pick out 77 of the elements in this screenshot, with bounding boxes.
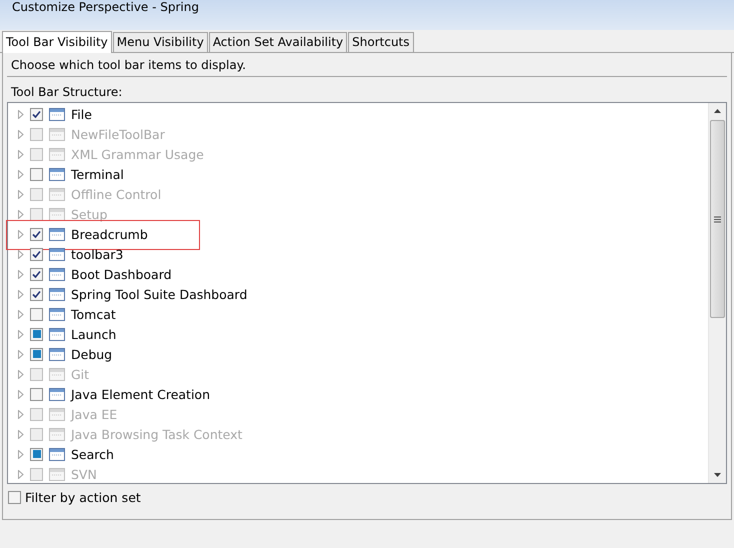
checkmark-icon — [32, 250, 41, 258]
toolbar-icon — [49, 388, 65, 400]
toolbar-icon — [49, 228, 65, 240]
toolbar-icon — [49, 368, 65, 380]
checkbox[interactable] — [30, 268, 43, 280]
scroll-thumb[interactable] — [710, 120, 725, 318]
window-title: Customize Perspective - Spring — [12, 0, 199, 14]
expand-arrow-icon[interactable] — [18, 350, 24, 358]
tree-item[interactable]: Boot Dashboard — [71, 266, 172, 282]
checkmark-icon — [32, 290, 41, 298]
checkbox[interactable] — [8, 491, 21, 504]
expand-arrow-icon[interactable] — [18, 470, 24, 478]
checkbox[interactable] — [30, 288, 43, 300]
expand-arrow-icon[interactable] — [18, 170, 24, 178]
toolbar-icon — [49, 408, 65, 420]
expand-arrow-icon[interactable] — [18, 130, 24, 138]
toolbar-icon — [49, 168, 65, 180]
tree-item[interactable]: Java Element Creation — [71, 386, 210, 402]
tree-item[interactable]: Breadcrumb — [71, 226, 148, 242]
checkbox[interactable] — [30, 248, 43, 260]
toolbar-icon — [49, 188, 65, 200]
checkbox[interactable] — [30, 348, 43, 360]
expand-arrow-icon[interactable] — [18, 290, 24, 298]
expand-arrow-icon[interactable] — [18, 230, 24, 238]
expand-arrow-icon[interactable] — [18, 430, 24, 438]
checkbox[interactable] — [30, 388, 43, 400]
expand-arrow-icon[interactable] — [18, 310, 24, 318]
toolbar-icon — [49, 268, 65, 280]
toolbar-icon — [49, 108, 65, 120]
expand-arrow-icon[interactable] — [18, 410, 24, 418]
checkbox[interactable] — [30, 448, 43, 460]
expand-arrow-icon[interactable] — [18, 110, 24, 118]
toolbar-icon — [49, 428, 65, 440]
toolbar-icon — [49, 448, 65, 460]
tab[interactable]: Menu Visibility — [112, 32, 208, 52]
tree-item[interactable]: Debug — [71, 346, 112, 362]
tab[interactable]: Action Set Availability — [208, 32, 348, 52]
checkbox[interactable] — [30, 328, 43, 340]
tree-item[interactable]: Search — [71, 446, 114, 462]
grip-icon — [714, 216, 721, 222]
toolbar-icon — [49, 208, 65, 220]
expand-arrow-icon[interactable] — [18, 370, 24, 378]
toolbar-icon — [49, 248, 65, 260]
expand-arrow-icon[interactable] — [18, 150, 24, 158]
section-label: Tool Bar Structure: — [10, 84, 124, 101]
toolbar-icon — [49, 288, 65, 300]
tree-item[interactable]: Spring Tool Suite Dashboard — [71, 286, 248, 302]
tree-item[interactable]: Tomcat — [71, 306, 116, 322]
toolbar-icon — [49, 468, 65, 480]
expand-arrow-icon[interactable] — [18, 250, 24, 258]
expand-arrow-icon[interactable] — [18, 330, 24, 338]
checkbox-label[interactable]: Filter by action set — [25, 490, 141, 505]
expand-arrow-icon[interactable] — [18, 270, 24, 278]
checkbox[interactable] — [30, 168, 43, 180]
toolbar-icon — [49, 328, 65, 340]
expand-arrow-icon[interactable] — [18, 450, 24, 458]
tab[interactable]: Shortcuts — [348, 32, 414, 52]
tab[interactable]: Tool Bar Visibility — [2, 31, 112, 53]
checkbox[interactable] — [30, 228, 43, 240]
expand-arrow-icon[interactable] — [18, 190, 24, 198]
tree-item[interactable]: Terminal — [71, 166, 124, 182]
checkmark-icon — [32, 110, 41, 118]
checkbox[interactable] — [30, 108, 43, 120]
expand-arrow-icon[interactable] — [18, 210, 24, 218]
instruction-text: Choose which tool bar items to display. — [7, 53, 727, 77]
tree-item[interactable]: File — [71, 106, 92, 122]
tree-item[interactable]: toolbar3 — [71, 246, 124, 262]
scrollbar[interactable] — [708, 103, 726, 483]
checkmark-icon — [32, 230, 41, 238]
toolbar-icon — [49, 348, 65, 360]
checkmark-icon — [32, 270, 41, 278]
toolbar-icon — [49, 148, 65, 160]
tree-item[interactable]: Launch — [71, 326, 116, 342]
checkbox[interactable] — [30, 308, 43, 320]
toolbar-icon — [49, 308, 65, 320]
expand-arrow-icon[interactable] — [18, 390, 24, 398]
toolbar-icon — [49, 128, 65, 140]
